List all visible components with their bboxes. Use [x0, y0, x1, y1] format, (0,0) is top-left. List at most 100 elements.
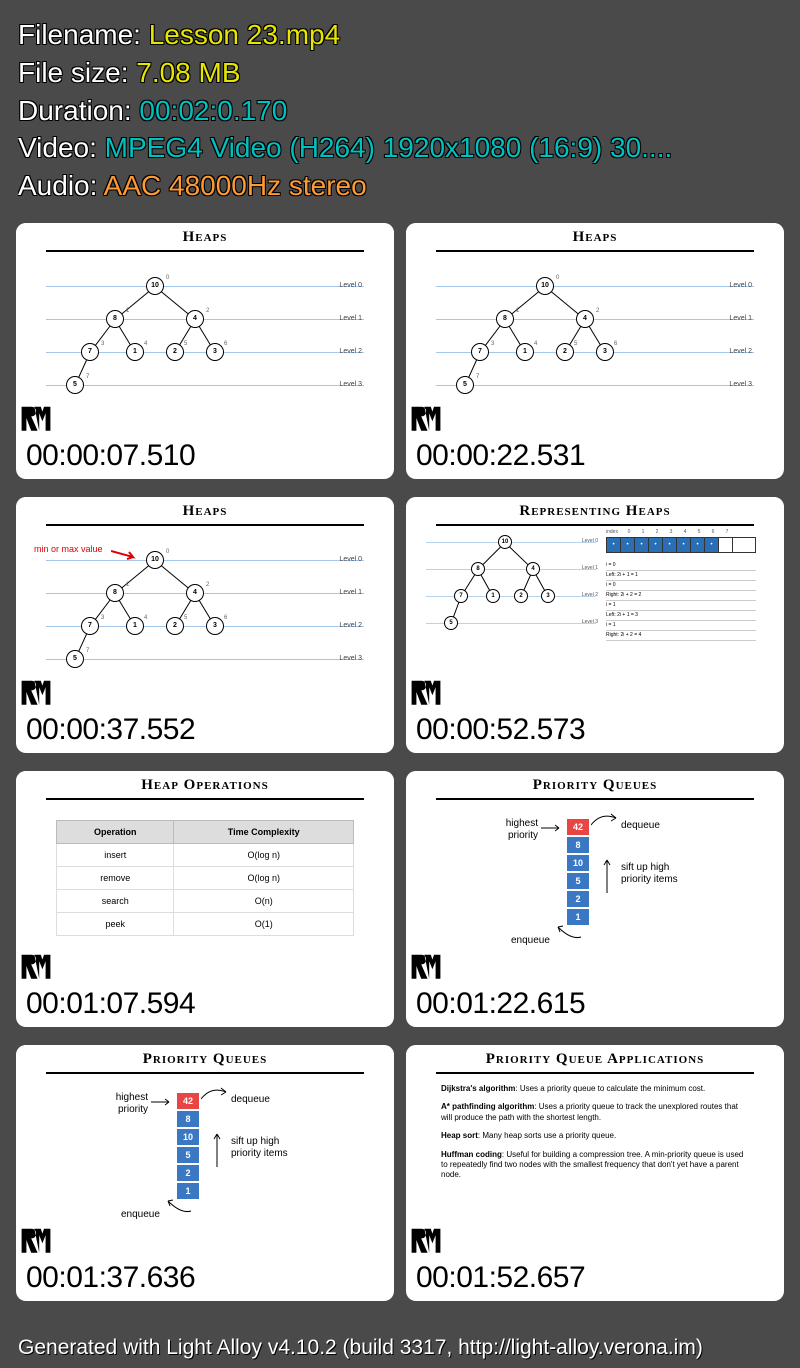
rw-logo-icon [20, 951, 52, 981]
thumbnail-grid: Heaps Level 0Level 1Level 2Level 3100814… [0, 215, 800, 1309]
rw-logo-icon [20, 677, 52, 707]
audio-row: Audio: AAC 48000Hz stereo [18, 167, 782, 205]
node-index: 3 [101, 341, 104, 347]
filesize-row: File size: 7.08 MB [18, 54, 782, 92]
table-cell: peek [57, 912, 174, 935]
tree-node: 8 [106, 584, 124, 602]
node-index: 2 [206, 308, 209, 314]
table-cell: O(log n) [174, 843, 354, 866]
table-cell: O(n) [174, 889, 354, 912]
operations-table: OperationTime ComplexityinsertO(log n)re… [56, 820, 354, 936]
table-cell: insert [57, 843, 174, 866]
level-label: Level 3 [339, 655, 362, 662]
dequeue-label: dequeue [231, 1094, 270, 1105]
applications-text: Dijkstra's algorithm: Uses a priority qu… [406, 1074, 784, 1199]
level-label: Level 3 [729, 381, 752, 388]
duration-row: Duration: 00:02:0.170 [18, 92, 782, 130]
heap-tree-diagram: Level 0Level 1Level 2Level 3100814273142… [16, 262, 394, 402]
pq-item: 8 [566, 836, 590, 854]
dequeue-arrow-icon [591, 810, 621, 830]
enqueue-label: enqueue [121, 1209, 160, 1220]
priority-queue-diagram: 42810521highest prioritydequeuesift up h… [16, 1074, 394, 1224]
rw-logo-icon [410, 1225, 442, 1255]
thumbnail-frame: Priority Queues 42810521 highest priority… [16, 1045, 394, 1257]
node-index: 1 [126, 308, 129, 314]
tree-node: 7 [81, 343, 99, 361]
node-index: 1 [126, 582, 129, 588]
node-index: 3 [491, 341, 494, 347]
enqueue-arrow-icon [556, 922, 586, 942]
highest-priority-label: highest priority [88, 1092, 148, 1116]
table-cell: search [57, 889, 174, 912]
node-index: 7 [476, 374, 479, 380]
thumbnail-card: Priority Queues 42810521highest priority… [406, 771, 784, 1027]
formula-line: i = 1 [606, 621, 756, 631]
thumbnail-card: Priority Queues 42810521 highest priority… [16, 1045, 394, 1301]
pq-item: 10 [176, 1128, 200, 1146]
timestamp-label: 00:00:52.573 [406, 709, 784, 753]
level-label: Level 0 [729, 282, 752, 289]
node-index: 5 [184, 615, 187, 621]
formula-line: i = 1 [606, 601, 756, 611]
rw-logo-icon [410, 951, 442, 981]
pq-item: 8 [176, 1110, 200, 1128]
pq-item: 2 [566, 890, 590, 908]
slide-title: Heaps [16, 223, 394, 246]
pq-item: 42 [566, 818, 590, 836]
file-metadata-header: Filename: Lesson 23.mp4 File size: 7.08 … [0, 0, 800, 215]
thumbnail-card: Heaps Level 0Level 1Level 2Level 3100814… [16, 497, 394, 753]
heap-array: •••••••• [606, 537, 756, 553]
heap-tree-diagram: Level 0Level 1Level 2Level 3100814273142… [16, 536, 394, 676]
pq-stack: 42810521 [176, 1092, 200, 1200]
tree-node: 7 [471, 343, 489, 361]
node-index: 6 [614, 341, 617, 347]
formula-line: Right: 2i + 2 = 4 [606, 631, 756, 641]
tree-node: 5 [66, 376, 84, 394]
video-label: Video: [18, 132, 105, 163]
table-cell: remove [57, 866, 174, 889]
filename-row: Filename: Lesson 23.mp4 [18, 16, 782, 54]
rw-logo-icon [20, 403, 52, 433]
array-index: 4 [678, 529, 692, 535]
node-index: 3 [101, 615, 104, 621]
duration-label: Duration: [18, 95, 139, 126]
timestamp-label: 00:01:52.657 [406, 1257, 784, 1301]
thumbnail-card: Heaps Level 0Level 1Level 2Level 3100814… [16, 223, 394, 479]
array-cell [719, 538, 733, 552]
dequeue-arrow-icon [201, 1084, 231, 1104]
slide-title: Heaps [406, 223, 784, 246]
array-cell: • [663, 538, 677, 552]
timestamp-label: 00:01:22.615 [406, 983, 784, 1027]
thumbnail-frame: Heap Operations OperationTime Complexity… [16, 771, 394, 983]
formula-line: Left: 2i + 1 = 1 [606, 571, 756, 581]
node-index: 0 [166, 549, 169, 555]
thumbnail-frame: Heaps Level 0Level 1Level 2Level 3100814… [406, 223, 784, 435]
formula-line: Right: 2i + 2 = 2 [606, 591, 756, 601]
slide-title: Representing Heaps [406, 497, 784, 520]
node-index: 2 [596, 308, 599, 314]
tree-node: 4 [186, 310, 204, 328]
level-label: Level 0 [339, 556, 362, 563]
slide-title: Priority Queues [16, 1045, 394, 1068]
tree-node: 10 [146, 551, 164, 569]
tree-node: 7 [81, 617, 99, 635]
array-cell: • [677, 538, 691, 552]
node-index: 0 [166, 275, 169, 281]
filesize-value: 7.08 MB [136, 57, 240, 88]
level-label: Level 0 [339, 282, 362, 289]
array-index: 5 [692, 529, 706, 535]
array-index: 6 [706, 529, 720, 535]
enqueue-arrow-icon [166, 1196, 196, 1216]
node-index: 1 [516, 308, 519, 314]
formula-line: i = 0 [606, 561, 756, 571]
arrow-icon [111, 548, 141, 563]
tree-node: 10 [536, 277, 554, 295]
array-index: 7 [720, 529, 734, 535]
priority-queue-diagram: 42810521highest prioritydequeuesift up h… [406, 800, 784, 950]
thumbnail-frame: Priority Queue Applications Dijkstra's a… [406, 1045, 784, 1257]
sift-arrow-icon [212, 1129, 224, 1169]
thumbnail-card: Heaps Level 0Level 1Level 2Level 3100814… [406, 223, 784, 479]
array-index: 2 [650, 529, 664, 535]
rw-logo-icon [20, 1225, 52, 1255]
slide-title: Heaps [16, 497, 394, 520]
